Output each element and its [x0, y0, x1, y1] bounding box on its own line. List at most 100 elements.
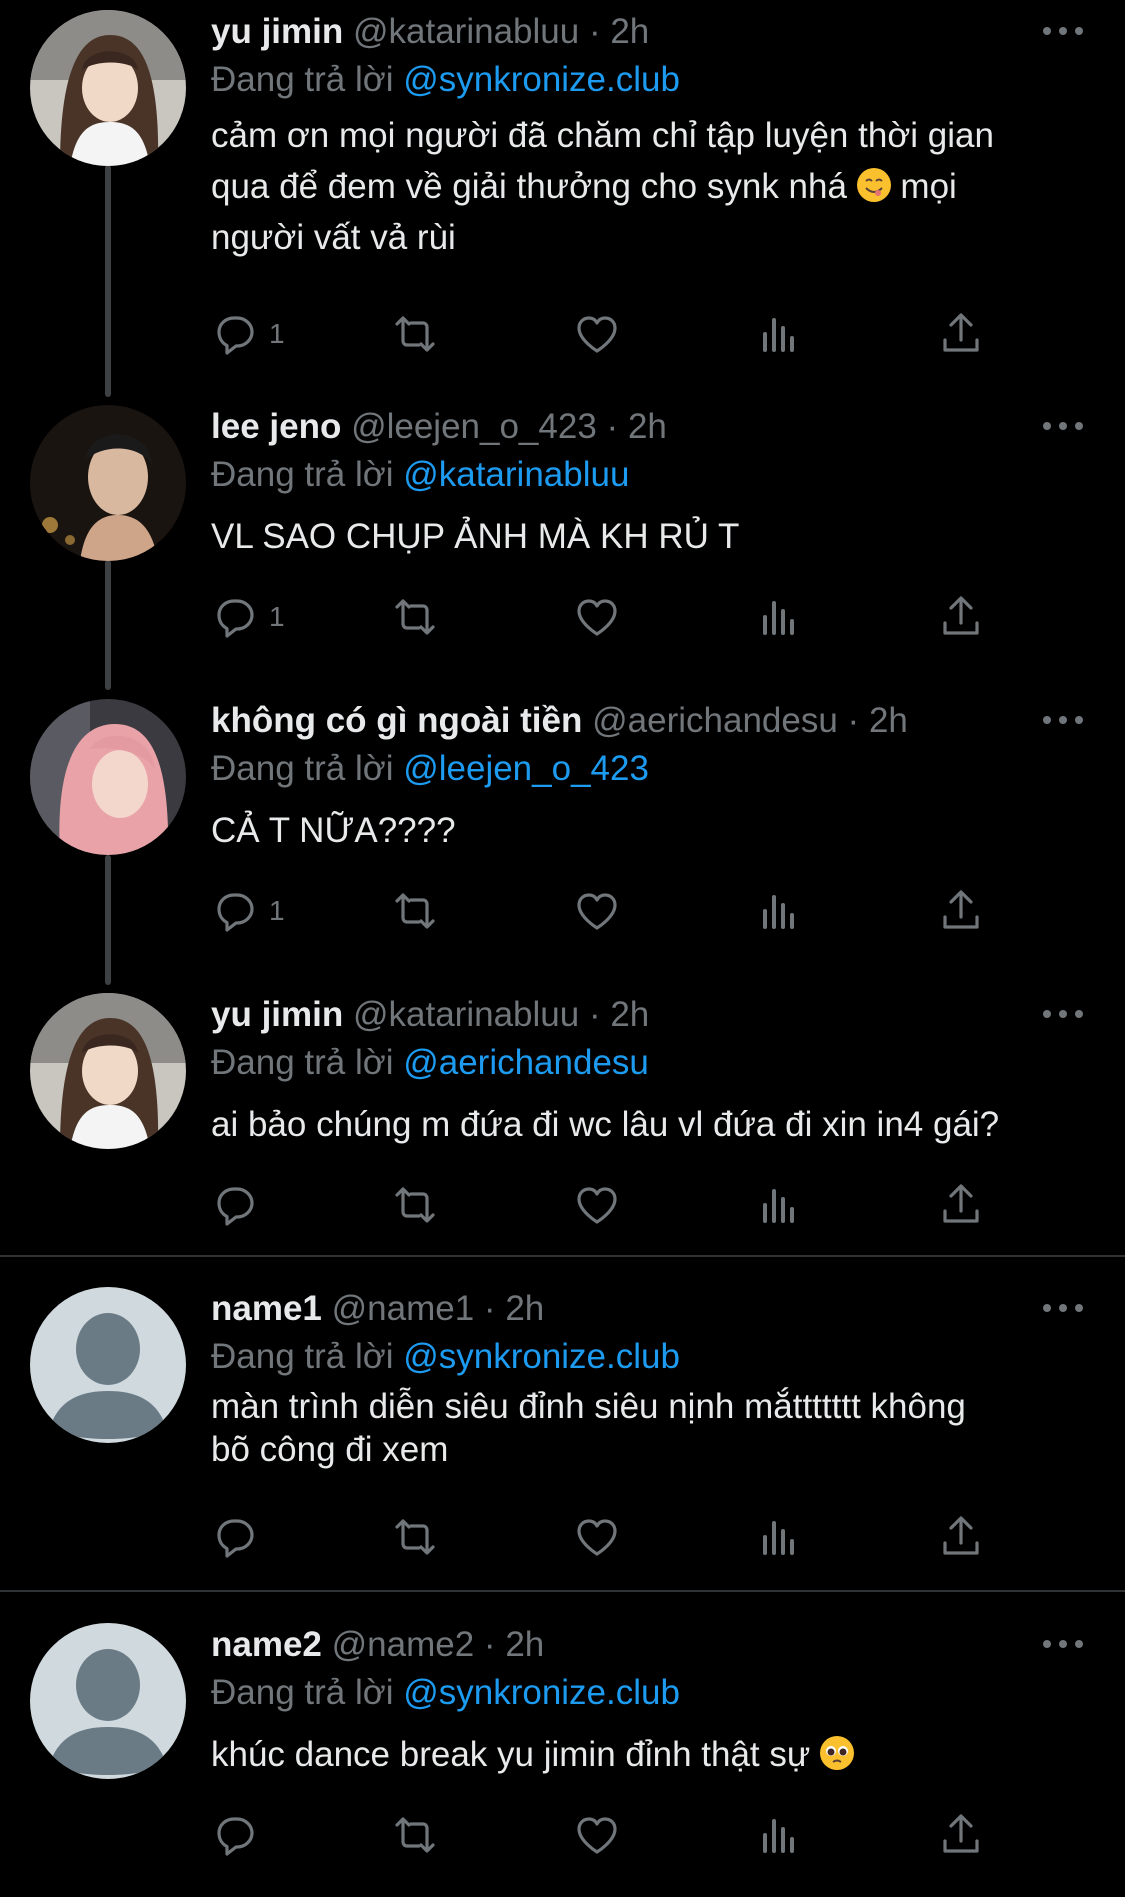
tweet[interactable]: name1 @name1 · 2h Đang trả lời @synkroni…: [0, 1287, 1125, 1587]
more-icon[interactable]: [1043, 1629, 1083, 1659]
timestamp[interactable]: 2h: [610, 995, 649, 1034]
views-button[interactable]: [755, 1809, 803, 1861]
user-handle[interactable]: @leejen_o_423: [351, 407, 597, 446]
views-button[interactable]: [755, 1511, 803, 1563]
share-icon: [943, 596, 979, 635]
like-button[interactable]: [573, 1511, 621, 1563]
replying-label: Đang trả lời: [211, 455, 394, 494]
replying-to: Đang trả lời @aerichandesu: [211, 1041, 649, 1085]
views-button[interactable]: [755, 1179, 803, 1231]
tweet[interactable]: lee jeno @leejen_o_423 · 2h Đang trả lời…: [0, 405, 1125, 675]
views-icon: [763, 601, 794, 635]
reply-icon: [217, 1519, 254, 1558]
like-button[interactable]: [573, 308, 621, 360]
like-button[interactable]: [573, 1809, 621, 1861]
reply-button[interactable]: [211, 1511, 259, 1563]
tweet-header: name1 @name1 · 2h: [211, 1287, 544, 1331]
tweet[interactable]: yu jimin @katarinabluu · 2h Đang trả lời…: [0, 993, 1125, 1253]
like-icon: [577, 316, 617, 353]
share-button[interactable]: [937, 308, 985, 360]
more-icon[interactable]: [1043, 705, 1083, 735]
user-handle[interactable]: @aerichandesu: [592, 701, 838, 740]
yum-emoji: [856, 168, 891, 202]
tweet[interactable]: không có gì ngoài tiền @aerichandesu · 2…: [0, 699, 1125, 969]
reply-icon: [217, 599, 254, 638]
avatar[interactable]: [30, 699, 186, 855]
retweet-icon: [395, 316, 435, 352]
timestamp[interactable]: 2h: [610, 12, 649, 51]
user-handle[interactable]: @name2: [332, 1625, 475, 1664]
retweet-button[interactable]: [391, 1809, 439, 1861]
tweet-text: màn trình diễn siêu đỉnh siêu nịnh mắttt…: [211, 1385, 1091, 1471]
share-icon: [943, 1814, 979, 1853]
like-button[interactable]: [573, 885, 621, 937]
reply-button[interactable]: 1: [211, 591, 285, 643]
timestamp[interactable]: 2h: [628, 407, 667, 446]
views-button[interactable]: [755, 591, 803, 643]
display-name[interactable]: không có gì ngoài tiền: [211, 701, 582, 740]
more-icon[interactable]: [1043, 1293, 1083, 1323]
share-button[interactable]: [937, 1179, 985, 1231]
user-handle[interactable]: @katarinabluu: [353, 12, 579, 51]
reply-count: 1: [269, 318, 285, 349]
tweet[interactable]: name2 @name2 · 2h Đang trả lời @synkroni…: [0, 1623, 1125, 1897]
tweet-text-segment: qua để đem về giải thưởng cho synk nhá: [211, 167, 847, 206]
mention-link[interactable]: @synkronize.club: [403, 1337, 680, 1376]
share-button[interactable]: [937, 1809, 985, 1861]
user-handle[interactable]: @katarinabluu: [353, 995, 579, 1034]
retweet-icon: [395, 1817, 435, 1853]
tweet-actions: 1: [211, 885, 1011, 937]
like-button[interactable]: [573, 591, 621, 643]
reply-button[interactable]: 1: [211, 308, 285, 360]
timestamp[interactable]: 2h: [869, 701, 908, 740]
display-name[interactable]: yu jimin: [211, 995, 343, 1034]
mention-link[interactable]: @katarinabluu: [403, 455, 629, 494]
avatar[interactable]: [30, 993, 186, 1149]
share-button[interactable]: [937, 591, 985, 643]
mention-link[interactable]: @synkronize.club: [403, 60, 680, 99]
retweet-button[interactable]: [391, 591, 439, 643]
tweet-text-line: VL SAO CHỤP ẢNH MÀ KH RỦ T: [211, 517, 740, 556]
share-button[interactable]: [937, 1511, 985, 1563]
views-button[interactable]: [755, 885, 803, 937]
user-handle[interactable]: @name1: [332, 1289, 475, 1328]
reply-button[interactable]: 1: [211, 885, 285, 937]
more-icon[interactable]: [1043, 999, 1083, 1029]
avatar[interactable]: [30, 405, 186, 561]
retweet-button[interactable]: [391, 1179, 439, 1231]
mention-link[interactable]: @leejen_o_423: [403, 749, 649, 788]
reply-button[interactable]: [211, 1179, 259, 1231]
tweet[interactable]: yu jimin @katarinabluu · 2h Đang trả lời…: [0, 10, 1125, 380]
views-icon: [763, 1189, 794, 1223]
tweet-text-segment: khúc dance break yu jimin đỉnh thật sự: [211, 1735, 811, 1774]
reply-button[interactable]: [211, 1809, 259, 1861]
like-button[interactable]: [573, 1179, 621, 1231]
tweet-actions: [211, 1511, 1011, 1563]
retweet-button[interactable]: [391, 308, 439, 360]
timestamp[interactable]: 2h: [505, 1625, 544, 1664]
like-icon: [577, 893, 617, 930]
avatar[interactable]: [30, 10, 186, 166]
mention-link[interactable]: @aerichandesu: [403, 1043, 649, 1082]
display-name[interactable]: name2: [211, 1625, 322, 1664]
retweet-button[interactable]: [391, 1511, 439, 1563]
tweet-text-segment: mọi: [900, 167, 957, 206]
more-icon[interactable]: [1043, 411, 1083, 441]
display-name[interactable]: name1: [211, 1289, 322, 1328]
tweet-header: lee jeno @leejen_o_423 · 2h: [211, 405, 667, 449]
share-button[interactable]: [937, 885, 985, 937]
display-name[interactable]: lee jeno: [211, 407, 341, 446]
display-name[interactable]: yu jimin: [211, 12, 343, 51]
views-button[interactable]: [755, 308, 803, 360]
tweet-text-line: cảm ơn mọi người đã chăm chỉ tập luyện t…: [211, 116, 994, 155]
mention-link[interactable]: @synkronize.club: [403, 1673, 680, 1712]
more-icon[interactable]: [1043, 16, 1083, 46]
tweet-text: VL SAO CHỤP ẢNH MÀ KH RỦ T: [211, 511, 1091, 562]
retweet-button[interactable]: [391, 885, 439, 937]
tweet-text-line: khúc dance break yu jimin đỉnh thật sự: [211, 1729, 1091, 1780]
avatar[interactable]: [30, 1623, 186, 1779]
share-icon: [943, 1516, 979, 1555]
timestamp[interactable]: 2h: [505, 1289, 544, 1328]
retweet-icon: [395, 1519, 435, 1555]
avatar[interactable]: [30, 1287, 186, 1443]
